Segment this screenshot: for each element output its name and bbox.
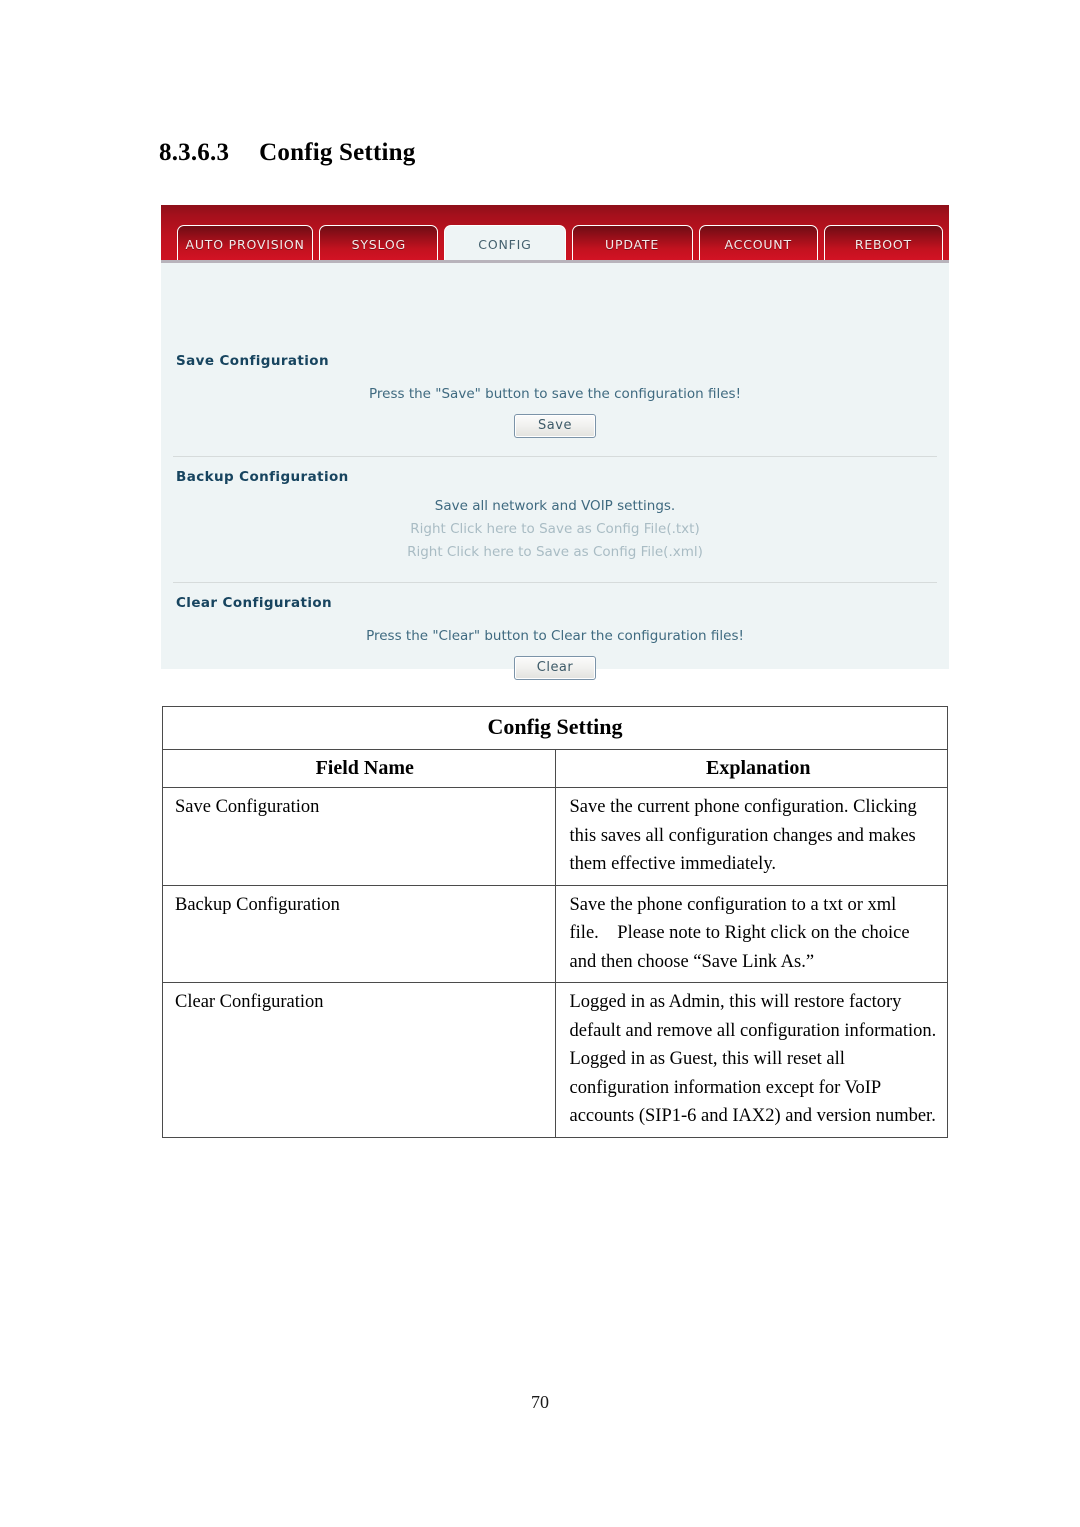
column-header-explanation: Explanation [554,748,948,788]
page-title: 8.3.6.3 Config Setting [159,139,415,167]
tab-syslog-label: SYSLOG [351,237,406,252]
backup-save-xml-link[interactable]: Right Click here to Save as Config File(… [161,541,949,564]
config-panel: Save Configuration Press the "Save" butt… [161,263,949,680]
panel-top-spacer [161,263,949,353]
tab-auto-provision-label: AUTO PROVISION [185,237,305,252]
tab-reboot[interactable]: REBOOT [823,225,943,263]
row-explanation-save-configuration: Save the current phone configuration. Cl… [554,787,948,886]
backup-configuration-body: Save all network and VOIP settings. Righ… [161,485,949,564]
section-number: 8.3.6.3 [159,139,230,166]
save-configuration-title: Save Configuration [176,353,329,369]
backup-configuration-section: Backup Configuration Save all network an… [161,457,949,564]
table-row: Backup Configuration Save the phone conf… [162,884,948,983]
config-web-ui-screenshot: AUTO PROVISION SYSLOG CONFIG UPDATE ACCO… [161,205,949,680]
table-body: Config Setting Field Name Explanation Sa… [162,706,948,1138]
row-explanation-clear-configuration: Logged in as Admin, this will restore fa… [554,982,948,1138]
row-field-clear-configuration: Clear Configuration [162,982,556,1138]
tab-reboot-label: REBOOT [854,237,912,252]
tab-update-label: UPDATE [605,237,660,252]
table-title-row: Config Setting [162,706,948,750]
tab-account[interactable]: ACCOUNT [698,225,818,263]
clear-configuration-section: Clear Configuration Press the "Clear" bu… [161,583,949,680]
tab-config-label: CONFIG [478,237,532,252]
tab-bar: AUTO PROVISION SYSLOG CONFIG UPDATE ACCO… [161,205,949,263]
tab-auto-provision[interactable]: AUTO PROVISION [177,225,314,263]
column-header-field-name: Field Name [162,748,556,788]
table-row: Save Configuration Save the current phon… [162,787,948,886]
table-title: Config Setting [162,706,948,750]
tab-list: AUTO PROVISION SYSLOG CONFIG UPDATE ACCO… [177,219,949,263]
table-header-row: Field Name Explanation [162,748,948,788]
save-configuration-section: Save Configuration Press the "Save" butt… [161,353,949,438]
backup-save-txt-link[interactable]: Right Click here to Save as Config File(… [161,518,949,541]
backup-configuration-title: Backup Configuration [176,469,349,485]
save-configuration-description: Press the "Save" button to save the conf… [369,386,741,402]
page-number: 70 [531,1392,549,1412]
tab-syslog[interactable]: SYSLOG [319,225,439,263]
clear-configuration-body: Press the "Clear" button to Clear the co… [161,611,949,680]
backup-configuration-description: Save all network and VOIP settings. [434,498,676,514]
row-field-save-configuration: Save Configuration [162,787,556,886]
table-row: Clear Configuration Logged in as Admin, … [162,982,948,1138]
tab-account-label: ACCOUNT [724,237,792,252]
config-setting-table: Config Setting Field Name Explanation Sa… [162,706,948,1138]
clear-configuration-title: Clear Configuration [176,595,333,611]
tab-update[interactable]: UPDATE [571,225,693,263]
clear-configuration-description: Press the "Clear" button to Clear the co… [366,628,744,644]
save-button[interactable]: Save [514,414,596,438]
tab-config[interactable]: CONFIG [444,225,566,263]
clear-button[interactable]: Clear [514,656,596,680]
row-field-backup-configuration: Backup Configuration [162,884,556,983]
row-explanation-backup-configuration: Save the phone configuration to a txt or… [554,884,948,983]
save-configuration-body: Press the "Save" button to save the conf… [161,369,949,438]
section-title: Config Setting [259,139,416,166]
